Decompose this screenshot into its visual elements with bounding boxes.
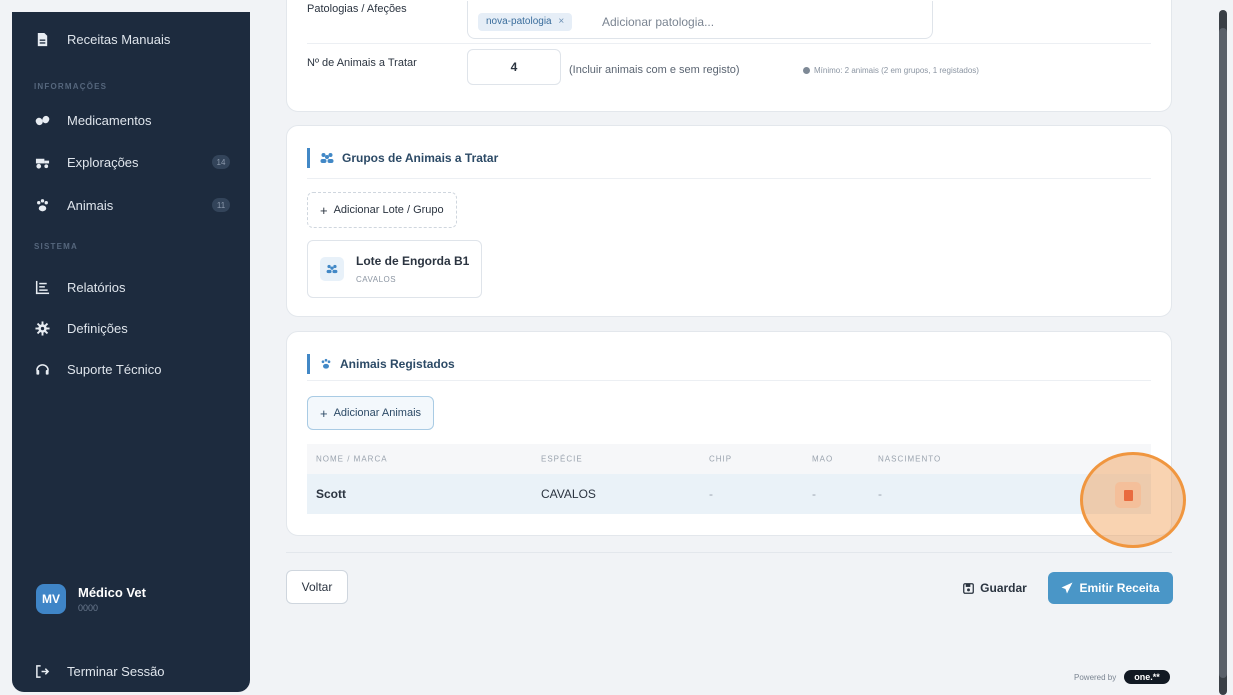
divider <box>307 380 1151 381</box>
sidebar-item-relatorios[interactable]: Relatórios <box>34 276 126 298</box>
tractor-icon <box>34 154 50 170</box>
add-animals-button[interactable]: + Adicionar Animais <box>307 396 435 430</box>
lote-name: Lote de Engorda B1 <box>356 254 470 268</box>
count-badge: 14 <box>212 155 230 169</box>
avatar: MV <box>36 584 66 614</box>
divider <box>307 43 1151 44</box>
sidebar-item-receitas-manuais[interactable]: Receitas Manuais <box>34 28 170 50</box>
sidebar-item-label: Suporte Técnico <box>67 361 162 377</box>
user-name: Médico Vet <box>78 585 146 600</box>
column-header: CHIP <box>709 454 733 464</box>
groups-card: Grupos de Animais a Tratar + Adicionar L… <box>286 125 1172 317</box>
sidebar-item-exploracoes[interactable]: Explorações 14 <box>34 151 230 173</box>
users-icon <box>320 257 344 281</box>
info-icon <box>803 67 810 74</box>
save-label: Guardar <box>980 581 1027 595</box>
emit-label: Emitir Receita <box>1079 581 1160 595</box>
scrollbar-thumb[interactable] <box>1219 28 1227 678</box>
divider <box>286 552 1172 553</box>
add-lote-button[interactable]: + Adicionar Lote / Grupo <box>307 192 457 228</box>
plus-icon: + <box>320 405 328 421</box>
table-row[interactable]: Scott CAVALOS - - - <box>307 474 1151 514</box>
groups-title-label: Grupos de Animais a Tratar <box>342 151 499 165</box>
chip-remove-icon[interactable]: × <box>558 16 564 27</box>
animals-count-label: Nº de Animais a Tratar <box>307 57 417 69</box>
lote-species: CAVALOS <box>356 275 397 284</box>
patologias-input[interactable]: nova-patologia × Adicionar patologia... <box>467 1 933 39</box>
animals-min-hint: Mínimo: 2 animais (2 em grupos, 1 regist… <box>803 66 979 75</box>
sidebar-item-label: Definições <box>67 320 128 336</box>
animals-min-hint-text: Mínimo: 2 animais (2 em grupos, 1 regist… <box>814 66 979 75</box>
patologia-chip: nova-patologia × <box>478 13 573 31</box>
gear-icon <box>34 320 50 336</box>
logout-button[interactable]: Terminar Sessão <box>34 660 165 682</box>
plus-icon: + <box>320 202 328 218</box>
add-lote-label: Adicionar Lote / Grupo <box>333 204 444 216</box>
animals-count-input[interactable]: 4 <box>467 49 561 85</box>
lote-card[interactable]: Lote de Engorda B1 CAVALOS <box>307 240 482 298</box>
patologias-placeholder: Adicionar patologia... <box>602 15 715 29</box>
column-header: ESPÉCIE <box>541 454 583 464</box>
cell-nome: Scott <box>316 487 346 501</box>
paw-icon <box>320 358 332 370</box>
cell-nascimento: - <box>878 487 882 501</box>
prescription-details-card: Patologias / Afeções nova-patologia × Ad… <box>286 0 1172 112</box>
logout-label: Terminar Sessão <box>67 663 165 679</box>
registered-title: Animais Registados <box>307 354 455 374</box>
brand-logo: one.** <box>1124 670 1170 684</box>
registered-animals-card: Animais Registados + Adicionar Animais N… <box>286 331 1172 536</box>
powered-by: Powered by one.** <box>1074 670 1170 684</box>
sidebar-item-label: Animais <box>67 197 114 213</box>
column-header: NOME / MARCA <box>316 454 388 464</box>
headset-icon <box>34 361 50 377</box>
animals-count-hint: (Incluir animais com e sem registo) <box>569 64 740 76</box>
powered-by-text: Powered by <box>1074 672 1117 682</box>
document-icon <box>34 31 50 47</box>
save-button[interactable]: Guardar <box>952 572 1038 604</box>
sidebar-item-label: Receitas Manuais <box>67 31 171 47</box>
sidebar-section-system: SISTEMA <box>34 242 78 251</box>
report-icon <box>34 279 50 295</box>
patologias-label: Patologias / Afeções <box>307 3 407 15</box>
logout-icon <box>34 663 50 679</box>
add-animals-label: Adicionar Animais <box>333 407 422 419</box>
user-code: 0000 <box>78 603 99 613</box>
sidebar-item-label: Relatórios <box>67 279 126 295</box>
sidebar-item-animais[interactable]: Animais 11 <box>34 194 230 216</box>
cell-chip: - <box>709 487 713 501</box>
cell-mao: - <box>812 487 816 501</box>
column-header: NASCIMENTO <box>878 454 942 464</box>
cell-especie: CAVALOS <box>541 487 596 501</box>
table-header: NOME / MARCA ESPÉCIE CHIP MAO NASCIMENTO <box>307 444 1151 474</box>
back-button[interactable]: Voltar <box>286 570 348 604</box>
groups-title: Grupos de Animais a Tratar <box>307 148 498 168</box>
registered-title-label: Animais Registados <box>340 357 455 371</box>
users-icon <box>320 152 334 164</box>
patologia-chip-label: nova-patologia <box>486 16 552 27</box>
floppy-icon <box>963 582 975 594</box>
pills-icon <box>34 112 50 128</box>
user-profile[interactable]: MV Médico Vet 0000 <box>36 584 146 614</box>
count-badge: 11 <box>212 198 230 212</box>
click-highlight <box>1080 452 1186 548</box>
emit-prescription-button[interactable]: Emitir Receita <box>1048 572 1173 604</box>
divider <box>307 178 1151 179</box>
paper-plane-icon <box>1061 582 1073 594</box>
sidebar-section-info: INFORMAÇÕES <box>34 82 108 91</box>
sidebar-item-suporte-tecnico[interactable]: Suporte Técnico <box>34 358 161 380</box>
sidebar-item-label: Explorações <box>67 154 139 170</box>
column-header: MAO <box>812 454 834 464</box>
paw-icon <box>34 197 50 213</box>
sidebar-item-label: Medicamentos <box>67 112 152 128</box>
sidebar-item-definicoes[interactable]: Definições <box>34 317 128 339</box>
sidebar-item-medicamentos[interactable]: Medicamentos <box>34 109 152 131</box>
sidebar: Receitas Manuais INFORMAÇÕES Medicamento… <box>12 12 250 692</box>
